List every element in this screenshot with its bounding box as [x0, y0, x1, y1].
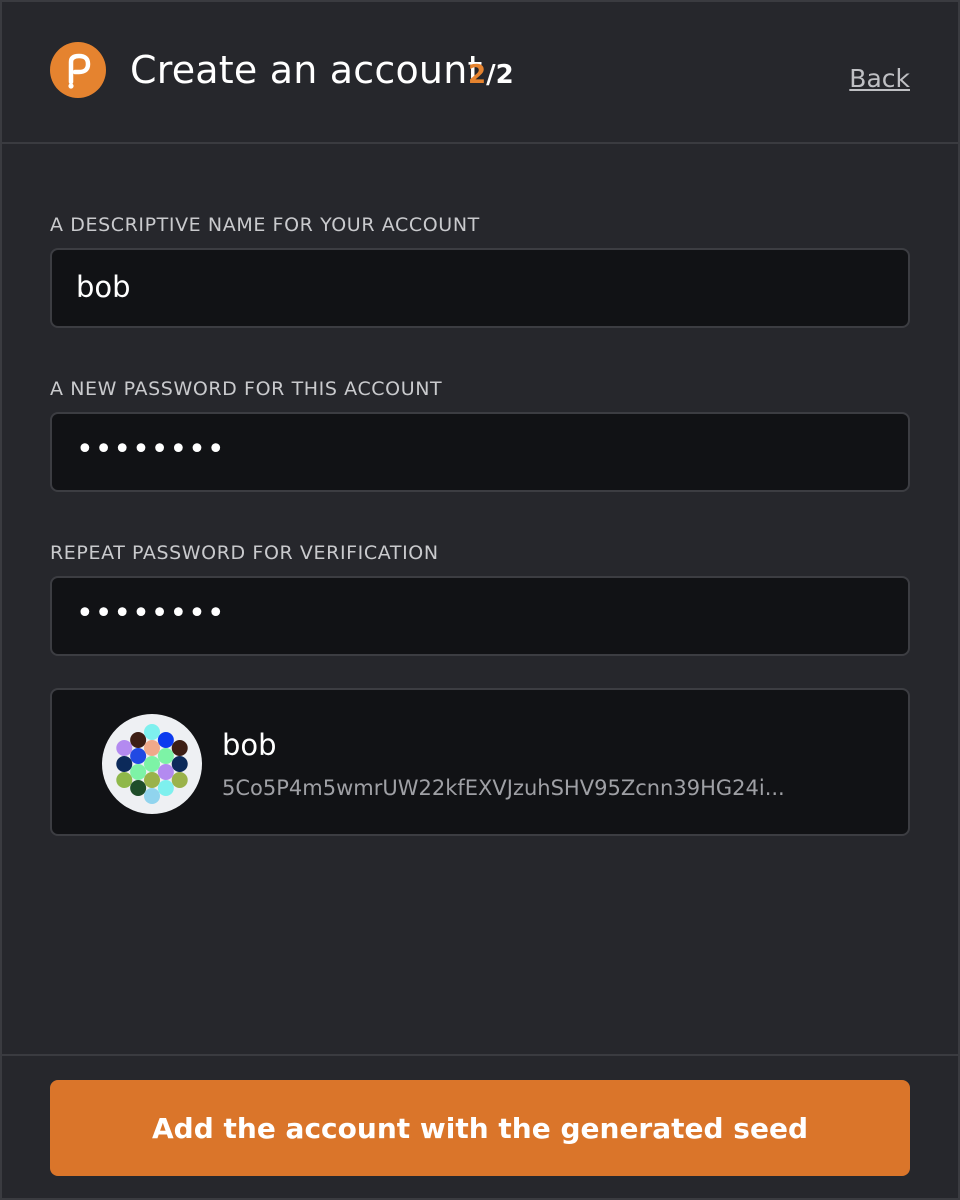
- identicon-dot: [144, 740, 160, 756]
- app-window: Create an account 2/2 Back A DESCRIPTIVE…: [0, 0, 960, 1200]
- page-title: Create an account: [130, 48, 483, 92]
- identicon-dot: [144, 756, 160, 772]
- account-preview-card: bob 5Co5P4m5wmrUW22kfEXVJzuhSHV95Zcnn39H…: [50, 688, 910, 836]
- password-field-label: A NEW PASSWORD FOR THIS ACCOUNT: [50, 378, 443, 400]
- repeat-password-input[interactable]: ••••••••: [50, 576, 910, 656]
- header: Create an account 2/2 Back: [2, 2, 958, 144]
- account-address: 5Co5P4m5wmrUW22kfEXVJzuhSHV95Zcnn39HG24i…: [222, 776, 785, 800]
- identicon-dot: [116, 740, 133, 756]
- identicon-dot: [130, 732, 147, 748]
- identicon-dot: [130, 764, 147, 780]
- identicon-dot: [157, 748, 174, 764]
- repeat-password-field-label: REPEAT PASSWORD FOR VERIFICATION: [50, 542, 439, 564]
- name-input[interactable]: bob: [50, 248, 910, 328]
- identicon-dot: [171, 772, 188, 788]
- add-account-button[interactable]: Add the account with the generated seed: [50, 1080, 910, 1176]
- identicon-dot: [171, 740, 188, 756]
- identicon-dot: [157, 732, 174, 748]
- account-name: bob: [222, 728, 277, 762]
- repeat-password-input-value: ••••••••: [76, 596, 226, 631]
- identicon-dot: [144, 724, 160, 740]
- step-total: /2: [486, 60, 514, 90]
- identicon-dot: [144, 788, 160, 804]
- step-indicator: 2/2: [468, 60, 514, 90]
- name-input-value: bob: [76, 270, 131, 304]
- identicon-dot: [130, 748, 147, 764]
- identicon-dot: [171, 756, 188, 772]
- identicon-dot: [116, 772, 133, 788]
- step-current: 2: [468, 60, 487, 90]
- identicon-dot: [157, 780, 174, 796]
- identicon-dot: [130, 780, 147, 796]
- password-input-value: ••••••••: [76, 432, 226, 467]
- identicon-dot: [157, 764, 174, 780]
- polkadot-logo-icon: [50, 42, 106, 98]
- password-input[interactable]: ••••••••: [50, 412, 910, 492]
- name-field-label: A DESCRIPTIVE NAME FOR YOUR ACCOUNT: [50, 214, 480, 236]
- identicon-avatar-icon: [102, 714, 202, 814]
- identicon-dot: [144, 772, 160, 788]
- footer: Add the account with the generated seed: [2, 1054, 958, 1198]
- back-link[interactable]: Back: [849, 64, 910, 93]
- identicon-dot: [116, 756, 133, 772]
